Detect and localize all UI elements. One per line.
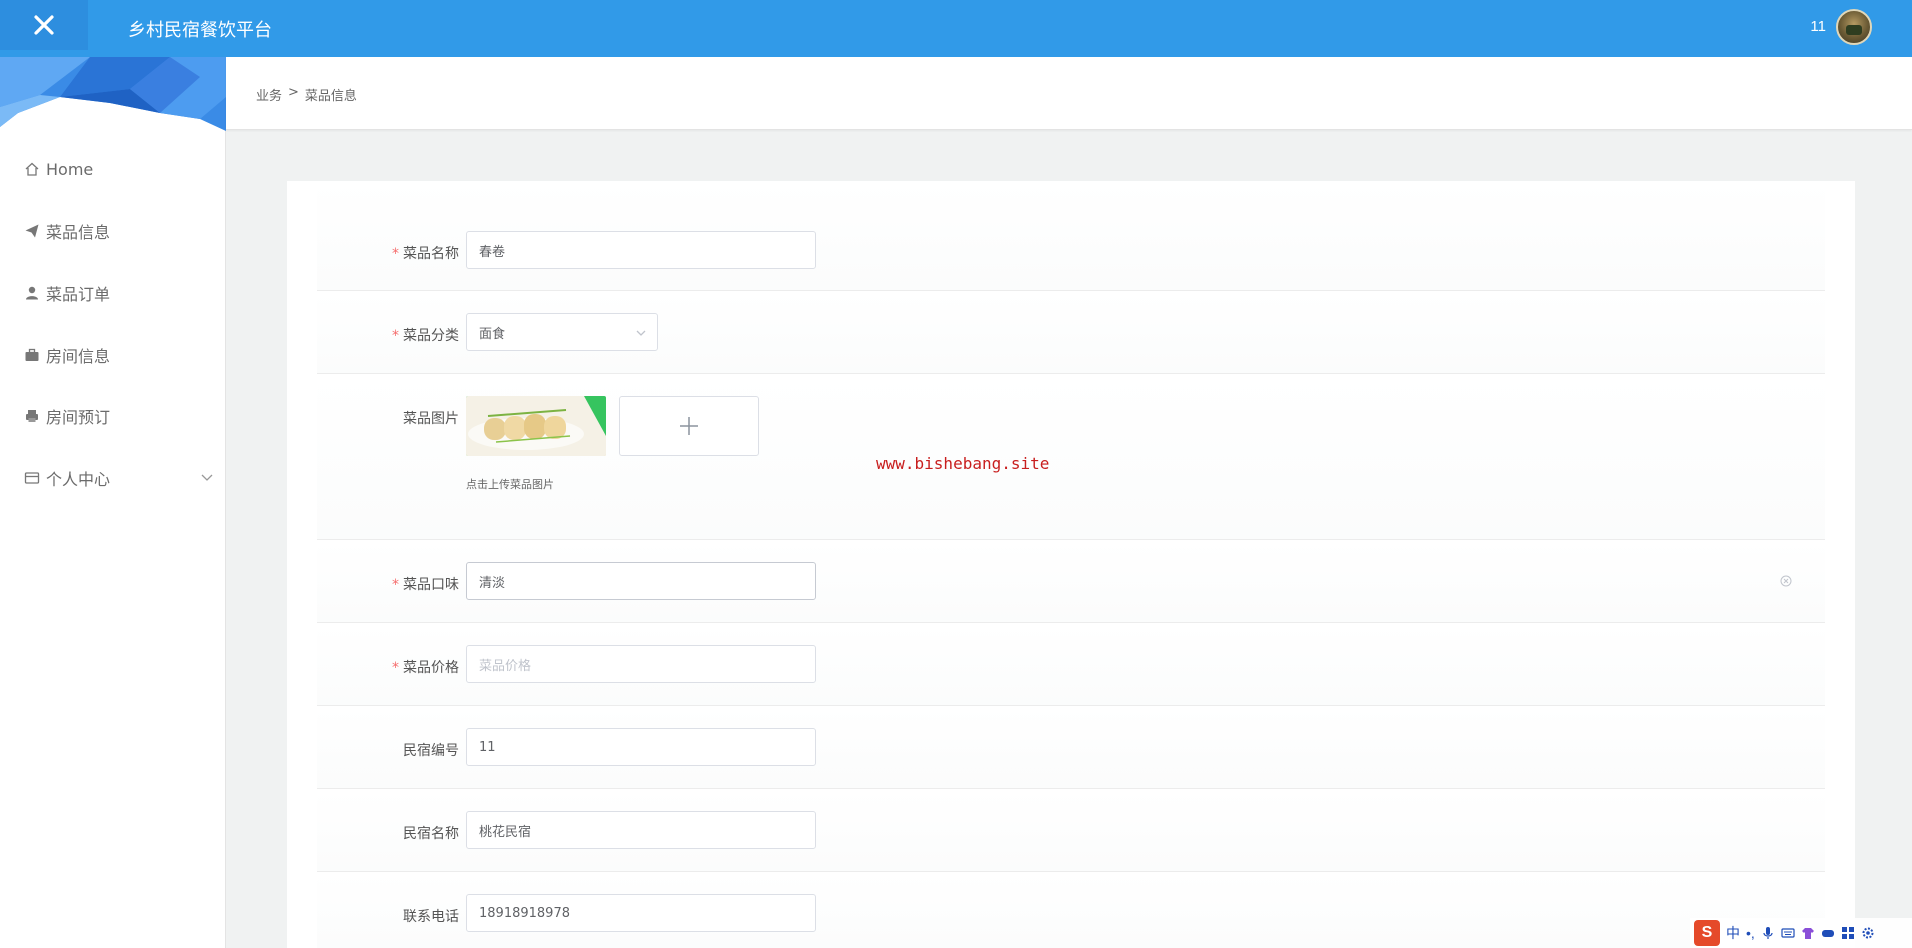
- gear-icon[interactable]: [1861, 926, 1875, 940]
- breadcrumb-separator: >: [288, 85, 299, 100]
- dish-image-label: 菜品图片: [403, 411, 459, 427]
- breadcrumb: 业务 > 菜品信息: [256, 85, 357, 104]
- dish-price-input[interactable]: 菜品价格: [466, 645, 816, 683]
- sidebar-item-label: 个人中心: [46, 470, 111, 489]
- chevron-down-icon: [636, 330, 646, 336]
- grid-icon[interactable]: [1841, 926, 1855, 940]
- microphone-icon[interactable]: [1761, 926, 1775, 940]
- dish-taste-label: * 菜品口味: [392, 577, 459, 593]
- sidebar-item-label: 房间预订: [46, 408, 111, 427]
- required-mark: *: [392, 577, 399, 593]
- upload-hint: 点击上传菜品图片: [466, 478, 554, 491]
- breadcrumb-bar: 业务 > 菜品信息: [226, 57, 1912, 130]
- form-row-dish-image: 菜品图片 点击上传菜品图片 www.bishebang.site: [317, 375, 1825, 540]
- ime-mode[interactable]: 中: [1726, 923, 1740, 943]
- required-mark: *: [392, 660, 399, 676]
- watermark: www.bishebang.site: [876, 454, 1050, 473]
- form-row-homestay-name: 民宿名称 桃花民宿: [317, 790, 1825, 872]
- form-row-contact-phone: 联系电话 18918918978: [317, 873, 1825, 948]
- dish-name-label: * 菜品名称: [392, 246, 459, 262]
- dish-category-value: 面食: [479, 326, 506, 342]
- avatar[interactable]: [1836, 9, 1872, 45]
- ime-toolbar: S 中 •,: [1690, 918, 1912, 948]
- dish-category-select[interactable]: 面食: [466, 313, 658, 351]
- dish-image-thumbnail[interactable]: [466, 396, 606, 456]
- sidebar-item-label: 菜品信息: [46, 223, 111, 242]
- user-icon: [26, 286, 38, 300]
- sidebar-item-label: 菜品订单: [46, 285, 111, 304]
- contact-phone-input[interactable]: 18918918978: [466, 894, 816, 932]
- sidebar: Home 菜品信息 菜品订单 房间信息 房间预订 个人中心: [0, 57, 226, 948]
- close-icon: [34, 15, 54, 35]
- dish-category-label: * 菜品分类: [392, 328, 459, 344]
- dish-form-card: * 菜品名称 春卷 * 菜品分类 面食 菜品图片 点击上传菜品图片 www.bi…: [287, 181, 1855, 948]
- printer-icon: [26, 410, 38, 422]
- user-name[interactable]: 11: [1810, 18, 1826, 35]
- form-row-dish-category: * 菜品分类 面食: [317, 292, 1825, 374]
- sidebar-item-label: 房间信息: [46, 347, 111, 366]
- chevron-down-icon: [201, 474, 213, 481]
- form-row-dish-price: * 菜品价格 菜品价格: [317, 624, 1825, 706]
- app-title: 乡村民宿餐饮平台: [128, 20, 272, 41]
- homestay-id-label: 民宿编号: [403, 743, 459, 759]
- paper-plane-icon: [25, 224, 39, 238]
- sidebar-item-dish-info[interactable]: 菜品信息: [24, 219, 110, 243]
- sidebar-item-personal-center[interactable]: 个人中心: [24, 466, 220, 490]
- required-mark: *: [392, 328, 399, 344]
- sidebar-item-home[interactable]: Home: [24, 157, 93, 181]
- gamepad-icon[interactable]: [1821, 926, 1835, 940]
- card-icon: [24, 472, 40, 484]
- image-upload-button[interactable]: [619, 396, 759, 456]
- form-row-dish-taste: * 菜品口味 清淡: [317, 541, 1825, 623]
- sidebar-banner: [0, 57, 226, 131]
- plus-icon: [680, 417, 698, 435]
- close-button[interactable]: [0, 0, 88, 50]
- home-icon: [25, 162, 39, 176]
- homestay-name-label: 民宿名称: [403, 826, 459, 842]
- homestay-name-input[interactable]: 桃花民宿: [466, 811, 816, 849]
- breadcrumb-parent[interactable]: 业务: [256, 85, 282, 104]
- ime-punct[interactable]: •,: [1746, 925, 1755, 941]
- sogou-logo-icon[interactable]: S: [1694, 920, 1720, 946]
- contact-phone-label: 联系电话: [403, 909, 459, 925]
- sidebar-item-dish-orders[interactable]: 菜品订单: [24, 281, 110, 305]
- dish-name-input[interactable]: 春卷: [466, 231, 816, 269]
- top-header: 乡村民宿餐饮平台 11: [0, 0, 1912, 57]
- keyboard-icon[interactable]: [1781, 926, 1795, 940]
- dish-taste-input[interactable]: 清淡: [466, 562, 816, 600]
- form-row-dish-name: * 菜品名称 春卷: [317, 181, 1825, 291]
- required-mark: *: [392, 246, 399, 262]
- clear-icon[interactable]: [1780, 575, 1792, 587]
- dish-price-label: * 菜品价格: [392, 660, 459, 676]
- breadcrumb-current: 菜品信息: [304, 89, 357, 104]
- sidebar-item-room-info[interactable]: 房间信息: [24, 343, 110, 367]
- form-row-homestay-id: 民宿编号 11: [317, 707, 1825, 789]
- sidebar-item-room-booking[interactable]: 房间预订: [24, 404, 110, 428]
- shirt-icon[interactable]: [1801, 926, 1815, 940]
- homestay-id-input[interactable]: 11: [466, 728, 816, 766]
- briefcase-icon: [25, 348, 39, 361]
- sidebar-item-label: Home: [46, 159, 94, 179]
